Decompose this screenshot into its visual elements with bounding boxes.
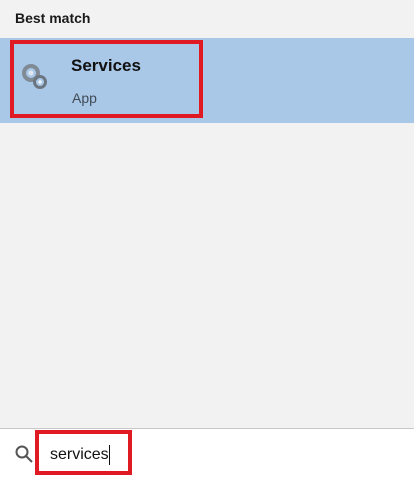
search-input[interactable]: services (50, 445, 110, 465)
best-match-heading: Best match (15, 10, 91, 26)
search-query-text: services (50, 446, 109, 463)
result-title: Services (71, 56, 141, 75)
services-gear-icon (22, 64, 47, 89)
best-match-result[interactable]: Services App (0, 38, 414, 123)
search-icon (15, 445, 33, 463)
result-type-label: App (72, 90, 97, 106)
search-results-panel: Best match Services App services (0, 0, 414, 478)
text-caret (108, 445, 110, 465)
search-bar[interactable]: services (0, 428, 414, 478)
